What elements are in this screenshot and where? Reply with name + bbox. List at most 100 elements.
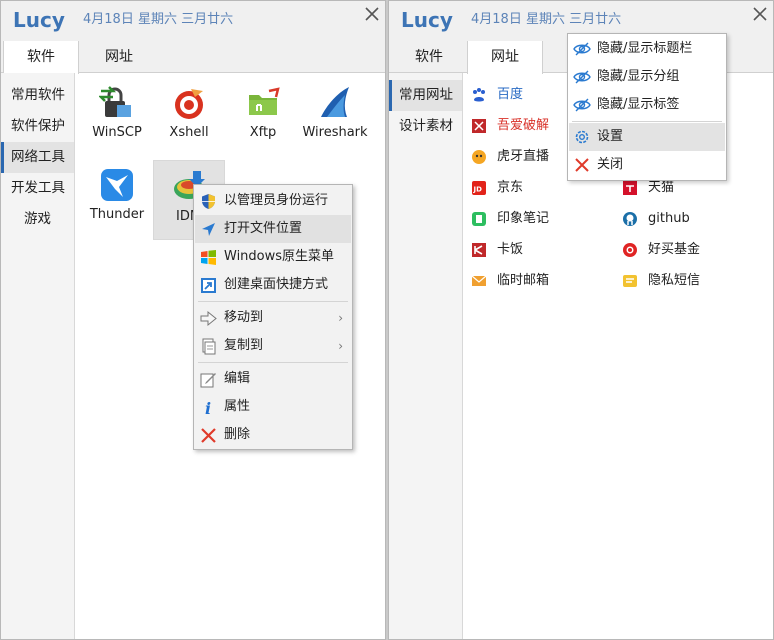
menu-separator	[198, 301, 348, 302]
submenu-chevron-icon: ›	[338, 339, 343, 353]
app-label: Xftp	[249, 125, 277, 140]
submenu-chevron-icon: ›	[338, 311, 343, 325]
date-display: 4月18日 星期六 三月廿六	[83, 12, 234, 27]
eye-hidden-icon	[573, 96, 591, 114]
menu-item-label: 关闭	[597, 157, 624, 172]
close-window-button[interactable]	[751, 5, 769, 23]
lucy-window-software: Lucy 4月18日 星期六 三月廿六 软件 网址 常用软件 软件保护 网络工具…	[0, 0, 386, 640]
menu-item-settings[interactable]: 设置	[569, 123, 725, 151]
howbuy-icon	[622, 242, 638, 258]
close-icon	[753, 7, 767, 21]
link-howbuy[interactable]: 好买基金	[622, 239, 700, 261]
close-icon	[573, 156, 591, 174]
app-tile-thunder[interactable]: Thunder	[81, 159, 153, 237]
link-kafan[interactable]: 卡饭	[471, 239, 523, 261]
link-private-sms[interactable]: 隐私短信	[622, 270, 700, 292]
tab-websites[interactable]: 网址	[81, 41, 157, 74]
eye-hidden-icon	[573, 68, 591, 86]
menu-item-close[interactable]: 关闭	[569, 151, 725, 179]
link-label: 临时邮箱	[497, 273, 550, 288]
menu-item-label: Windows原生菜单	[224, 249, 335, 264]
link-jd[interactable]: JD 京东	[471, 177, 523, 199]
link-label: 京东	[497, 180, 524, 195]
link-evernote[interactable]: 印象笔记	[471, 208, 549, 230]
svg-text:JD: JD	[473, 186, 483, 194]
menu-item-windows-native-menu[interactable]: Windows原生菜单	[195, 243, 351, 271]
xftp-icon	[249, 87, 280, 115]
app-title: Lucy	[13, 8, 65, 32]
sidebar-item-common-software[interactable]: 常用软件	[1, 80, 74, 111]
sidebar-item-network-tools[interactable]: 网络工具	[1, 142, 74, 173]
tab-software[interactable]: 软件	[3, 41, 79, 74]
title-bar[interactable]: Lucy 4月18日 星期六 三月廿六	[1, 1, 385, 41]
sidebar-item-design-assets[interactable]: 设计素材	[389, 111, 462, 142]
app-label: WinSCP	[92, 125, 142, 140]
app-tile-xshell[interactable]: Xshell	[153, 77, 225, 155]
app-tile-xftp[interactable]: Xftp	[227, 77, 299, 155]
menu-item-toggle-groups[interactable]: 隐藏/显示分组	[569, 63, 725, 91]
link-label: 印象笔记	[497, 211, 550, 226]
menu-item-label: 以管理员身份运行	[224, 193, 329, 208]
menu-item-open-file-location[interactable]: 打开文件位置	[195, 215, 351, 243]
menu-item-label: 复制到	[224, 338, 264, 353]
github-icon	[622, 211, 638, 227]
windows-logo-icon	[200, 249, 217, 266]
app-tile-winscp[interactable]: WinSCP	[81, 77, 153, 155]
mail-icon	[471, 273, 487, 289]
category-sidebar: 常用网址 设计素材	[389, 73, 463, 639]
link-huya[interactable]: 虎牙直播	[471, 146, 549, 168]
link-label: 吾爱破解	[497, 118, 550, 133]
jd-icon: JD	[471, 180, 487, 196]
menu-item-delete[interactable]: 删除	[195, 421, 351, 449]
close-window-button[interactable]	[363, 5, 381, 23]
menu-item-toggle-title-bar[interactable]: 隐藏/显示标题栏	[569, 35, 725, 63]
tab-websites[interactable]: 网址	[467, 41, 543, 74]
menu-item-label: 设置	[597, 129, 624, 144]
sidebar-item-games[interactable]: 游戏	[1, 204, 74, 235]
link-label: 虎牙直播	[497, 149, 550, 164]
info-icon: i	[200, 399, 217, 418]
app-label: Xshell	[169, 125, 209, 140]
link-temp-mail[interactable]: 临时邮箱	[471, 270, 549, 292]
menu-item-create-shortcut[interactable]: 创建桌面快捷方式	[195, 271, 351, 299]
evernote-icon	[471, 211, 487, 227]
menu-item-copy-to[interactable]: 复制到 ›	[195, 332, 351, 360]
52pojie-icon	[471, 118, 487, 134]
menu-item-label: 移动到	[224, 310, 264, 325]
link-label: 卡饭	[497, 242, 524, 257]
menu-separator	[572, 121, 722, 122]
link-label: 好买基金	[648, 242, 701, 257]
link-label: 百度	[497, 87, 524, 102]
link-52pojie[interactable]: 吾爱破解	[471, 115, 549, 137]
sms-icon	[622, 273, 638, 289]
tab-software[interactable]: 软件	[391, 41, 467, 74]
settings-dropdown-menu: 隐藏/显示标题栏 隐藏/显示分组 隐藏/显示标签 设置 关闭	[567, 33, 727, 181]
gear-icon	[573, 128, 591, 146]
menu-item-label: 打开文件位置	[224, 221, 303, 236]
menu-item-toggle-tags[interactable]: 隐藏/显示标签	[569, 91, 725, 119]
menu-item-label: 隐藏/显示分组	[597, 69, 680, 84]
tmall-icon	[622, 180, 638, 196]
sidebar-item-software-protection[interactable]: 软件保护	[1, 111, 74, 142]
xshell-icon	[175, 89, 203, 119]
menu-item-move-to[interactable]: 移动到 ›	[195, 304, 351, 332]
menu-item-label: 隐藏/显示标签	[597, 97, 680, 112]
link-baidu[interactable]: 百度	[471, 84, 523, 106]
link-label: 隐私短信	[648, 273, 701, 288]
move-arrow-icon	[200, 310, 217, 327]
tab-bar: 软件 网址	[1, 41, 385, 74]
menu-item-run-as-admin[interactable]: 以管理员身份运行	[195, 187, 351, 215]
sidebar-item-common-websites[interactable]: 常用网址	[389, 80, 462, 111]
edit-icon	[200, 371, 217, 388]
link-github[interactable]: github	[622, 208, 690, 230]
kafan-icon	[471, 242, 487, 258]
app-tile-wireshark[interactable]: Wireshark	[299, 77, 371, 155]
baidu-icon	[471, 87, 487, 103]
close-icon	[365, 7, 379, 21]
shield-icon	[200, 193, 217, 210]
wireshark-icon	[321, 87, 349, 117]
app-label: Wireshark	[302, 125, 368, 140]
menu-item-properties[interactable]: i 属性	[195, 393, 351, 421]
sidebar-item-dev-tools[interactable]: 开发工具	[1, 173, 74, 204]
menu-item-edit[interactable]: 编辑	[195, 365, 351, 393]
